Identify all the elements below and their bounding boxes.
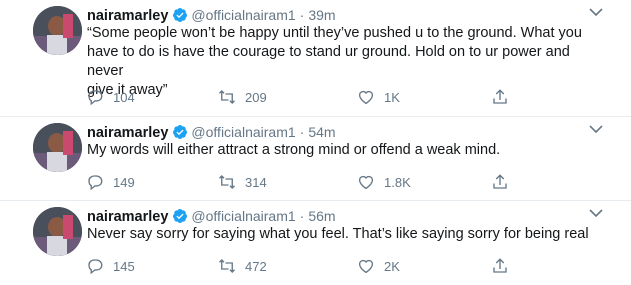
tweet-header: nairamarley @officialnairam1 · 56m (87, 207, 591, 225)
share-icon (493, 89, 507, 104)
caret-down-icon[interactable] (589, 208, 603, 218)
retweet-count: 314 (245, 174, 267, 190)
tweet[interactable]: nairamarley @officialnairam1 · 54m My words… (0, 117, 631, 201)
tweet-text: Never say sorry for saying what you feel… (87, 226, 589, 242)
separator: · (299, 7, 305, 23)
retweet-count: 209 (245, 89, 267, 105)
user-handle[interactable]: @officialnairam1 (191, 7, 295, 23)
share-icon (493, 258, 507, 273)
share-icon (493, 174, 507, 189)
retweet-count: 472 (245, 258, 267, 274)
separator: · (299, 208, 305, 224)
display-name[interactable]: nairamarley (87, 8, 168, 24)
reply-icon (88, 259, 103, 275)
tweet-header: nairamarley @officialnairam1 · 54m (87, 123, 591, 141)
tweet-text: My words will either attract a strong mi… (87, 142, 501, 158)
avatar[interactable] (33, 6, 82, 55)
caret-down-icon[interactable] (589, 124, 603, 134)
like-button[interactable]: 1K (357, 87, 400, 107)
separator: · (299, 124, 305, 140)
avatar[interactable] (33, 123, 82, 172)
like-button[interactable]: 2K (357, 256, 400, 276)
like-icon (358, 175, 374, 190)
like-icon (358, 259, 374, 274)
share-button[interactable] (491, 256, 518, 276)
caret-down-icon[interactable] (589, 7, 603, 17)
reply-count: 104 (113, 89, 135, 105)
reply-button[interactable]: 145 (86, 256, 135, 276)
tweet-feed: nairamarley @officialnairam1 · 39m “Some pe… (0, 0, 631, 285)
verified-badge-icon (173, 209, 188, 223)
tweet-header: nairamarley @officialnairam1 · 39m (87, 6, 591, 24)
reply-button[interactable]: 149 (86, 172, 135, 192)
timestamp[interactable]: 54m (308, 124, 335, 140)
like-button[interactable]: 1.8K (357, 172, 411, 192)
share-button[interactable] (491, 172, 518, 192)
reply-button[interactable]: 104 (86, 87, 135, 107)
retweet-icon (219, 175, 235, 189)
share-button[interactable] (491, 87, 518, 107)
timestamp[interactable]: 39m (308, 7, 335, 23)
avatar[interactable] (33, 207, 82, 256)
verified-badge-icon (173, 125, 188, 139)
tweet-actions: 104 209 1K (82, 87, 522, 107)
like-icon (358, 90, 374, 105)
like-count: 1K (384, 89, 400, 105)
tweet-actions: 145 472 2K (82, 256, 522, 276)
like-count: 1.8K (384, 174, 411, 190)
timestamp[interactable]: 56m (308, 208, 335, 224)
reply-count: 145 (113, 258, 135, 274)
tweet[interactable]: nairamarley @officialnairam1 · 56m Never sa… (0, 201, 631, 285)
like-count: 2K (384, 258, 400, 274)
reply-count: 149 (113, 174, 135, 190)
display-name[interactable]: nairamarley (87, 209, 168, 225)
reply-icon (88, 90, 103, 106)
user-handle[interactable]: @officialnairam1 (191, 124, 295, 140)
reply-icon (88, 175, 103, 191)
retweet-icon (219, 259, 235, 273)
tweet-actions: 149 314 1.8K (82, 172, 522, 192)
tweet[interactable]: nairamarley @officialnairam1 · 39m “Some pe… (0, 0, 631, 117)
retweet-button[interactable]: 472 (218, 256, 267, 276)
verified-badge-icon (173, 8, 188, 22)
retweet-icon (219, 90, 235, 104)
retweet-button[interactable]: 314 (218, 172, 267, 192)
retweet-button[interactable]: 209 (218, 87, 267, 107)
display-name[interactable]: nairamarley (87, 125, 168, 141)
user-handle[interactable]: @officialnairam1 (191, 208, 295, 224)
